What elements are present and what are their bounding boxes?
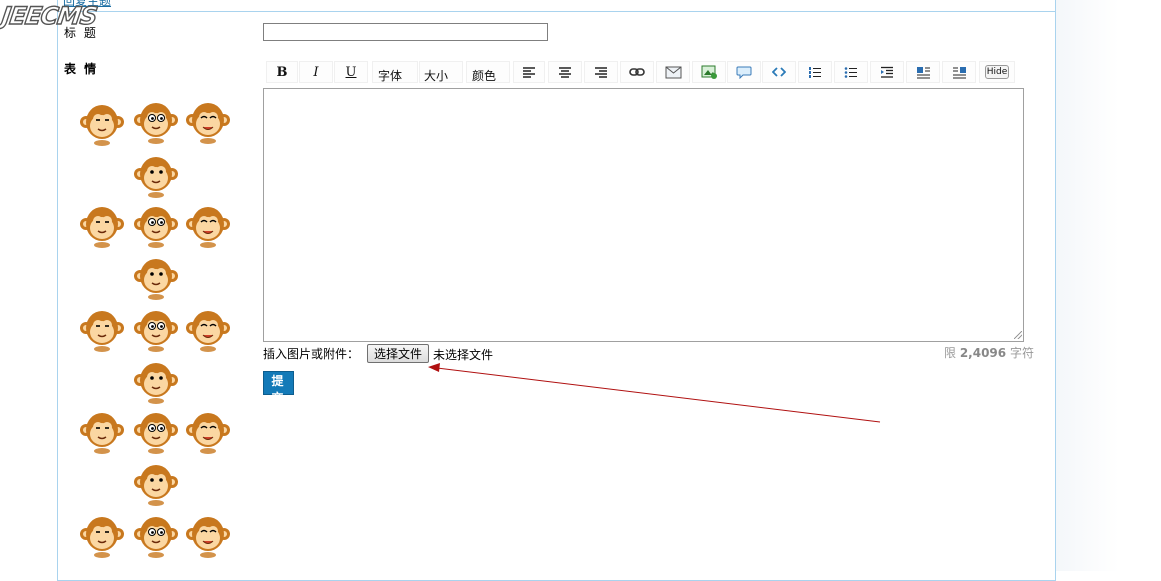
sweat-monkey-icon[interactable]	[78, 406, 126, 454]
shy-monkey-icon[interactable]	[132, 200, 180, 248]
flower-monkey-icon[interactable]	[78, 304, 126, 352]
quote-icon[interactable]	[727, 61, 761, 83]
align-left-icon[interactable]	[513, 61, 545, 83]
font-label: 字体	[378, 68, 403, 83]
float-left-icon[interactable]	[906, 61, 940, 83]
hide-label: Hide	[986, 67, 1008, 77]
angry-monkey-icon[interactable]	[132, 458, 180, 506]
content-editor[interactable]	[263, 88, 1024, 342]
char-limit-prefix: 限	[944, 346, 960, 360]
kiss-monkey-icon[interactable]	[184, 96, 232, 144]
stare-monkey-icon[interactable]	[184, 510, 232, 558]
title-input[interactable]	[263, 23, 548, 41]
bow-monkey-icon[interactable]	[78, 510, 126, 558]
panel-header	[57, 0, 1055, 12]
color-select[interactable]: 颜色	[466, 61, 510, 83]
attachment-label: 插入图片或附件：	[263, 347, 360, 361]
scooter-monkey-icon[interactable]	[132, 356, 180, 404]
pout-monkey-icon[interactable]	[132, 304, 180, 352]
color-label: 颜色	[472, 68, 497, 83]
unordered-list-icon[interactable]	[834, 61, 868, 83]
char-limit-suffix: 字符	[1006, 346, 1034, 360]
align-right-icon[interactable]	[584, 61, 618, 83]
bold-label: B	[276, 64, 288, 80]
underline-label: U	[345, 64, 357, 80]
hair-monkey-icon[interactable]	[132, 510, 180, 558]
phone-monkey-icon[interactable]	[184, 304, 232, 352]
snorkel-monkey-icon[interactable]	[184, 406, 232, 454]
submit-button[interactable]: 提 交	[263, 371, 294, 405]
align-center-icon[interactable]	[548, 61, 582, 83]
hide-icon: Hide	[984, 65, 1010, 79]
email-icon[interactable]	[656, 61, 690, 83]
file-status: 未选择文件	[433, 348, 494, 362]
image-icon[interactable]	[692, 61, 726, 83]
shocked-monkey-icon[interactable]	[132, 150, 180, 198]
indent-icon[interactable]	[870, 61, 904, 83]
ordered-list-icon[interactable]	[798, 61, 832, 83]
crying-monkey-icon[interactable]	[78, 98, 126, 146]
italic-label: I	[313, 64, 319, 80]
blush-monkey-icon[interactable]	[132, 406, 180, 454]
bold-button[interactable]: B	[266, 61, 298, 83]
char-limit-value: 2,4096	[959, 346, 1007, 360]
char-limit: 限 2,4096 字符	[944, 344, 1034, 361]
emoticon-label: 表 情	[64, 62, 99, 76]
title-label: 标 题	[64, 26, 98, 40]
love-monkey-icon[interactable]	[78, 200, 126, 248]
choose-file-button[interactable]: 选择文件	[367, 344, 429, 363]
size-label: 大小	[424, 68, 449, 83]
hi-monkey-icon[interactable]	[132, 96, 180, 144]
page-background-right	[1056, 0, 1161, 571]
grin-monkey-icon[interactable]	[132, 252, 180, 300]
link-icon[interactable]	[620, 61, 654, 83]
mask-monkey-icon[interactable]	[184, 200, 232, 248]
code-icon[interactable]	[762, 61, 796, 83]
underline-button[interactable]: U	[334, 61, 368, 83]
hide-button[interactable]: Hide	[979, 61, 1015, 83]
italic-button[interactable]: I	[299, 61, 333, 83]
resize-grip-icon[interactable]	[1014, 331, 1022, 339]
float-right-icon[interactable]	[942, 61, 976, 83]
font-select[interactable]: 字体	[372, 61, 418, 83]
size-select[interactable]: 大小	[419, 61, 463, 83]
